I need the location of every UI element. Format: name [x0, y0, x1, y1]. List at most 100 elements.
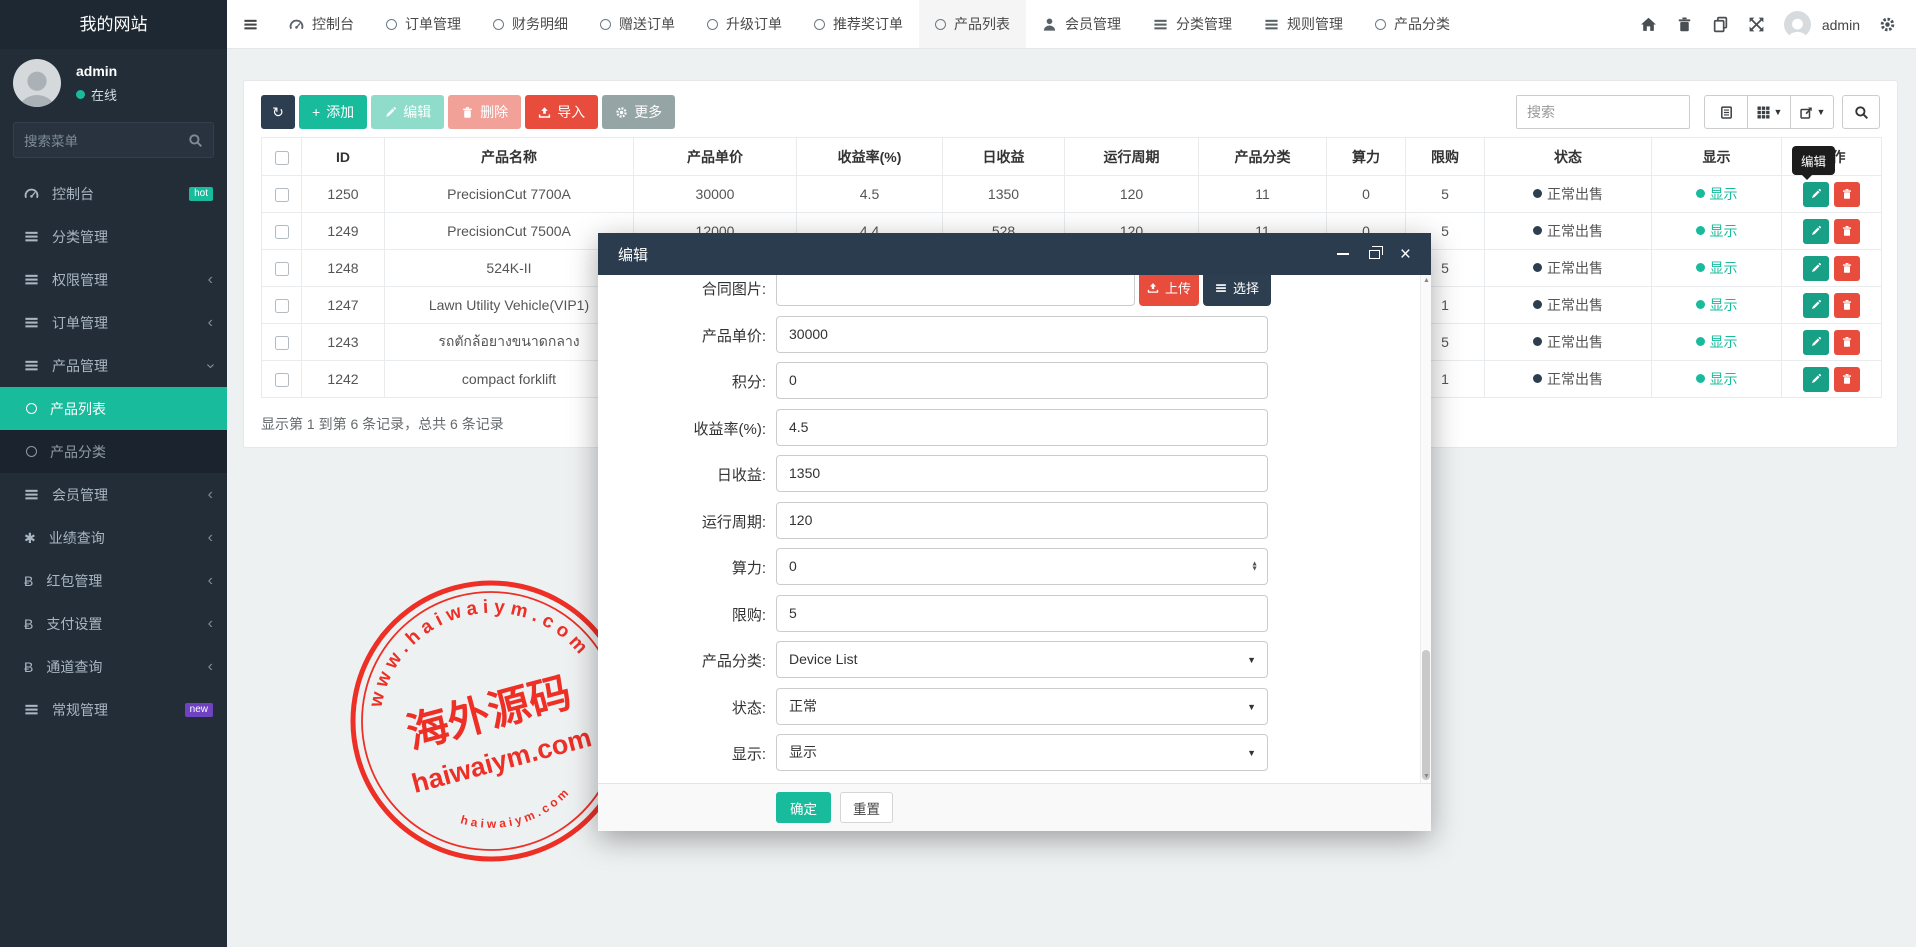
- paging-toggle-button[interactable]: [1704, 95, 1748, 129]
- tab-product-list[interactable]: 产品列表: [919, 0, 1026, 48]
- navbar-avatar[interactable]: [1784, 11, 1811, 38]
- search-button[interactable]: [1842, 95, 1880, 129]
- dialog-scrollbar[interactable]: ▲ ▼: [1420, 275, 1431, 783]
- sidebar-item-payment-settings[interactable]: Ƀ支付设置‹: [0, 602, 227, 645]
- sidebar-item-product-category[interactable]: 产品分类: [0, 430, 227, 473]
- sidebar-item-order-manage[interactable]: 订单管理‹: [0, 301, 227, 344]
- sidebar-item-general-manage[interactable]: 常规管理new: [0, 688, 227, 731]
- row-edit-button[interactable]: [1803, 219, 1829, 244]
- row-delete-button[interactable]: [1834, 256, 1860, 281]
- minimize-button[interactable]: [1337, 253, 1349, 255]
- dialog-header[interactable]: 编辑 ×: [598, 233, 1431, 275]
- row-checkbox[interactable]: [275, 373, 289, 387]
- row-edit-button[interactable]: [1803, 330, 1829, 355]
- row-delete-button[interactable]: [1834, 293, 1860, 318]
- row-checkbox[interactable]: [275, 225, 289, 239]
- power-input[interactable]: 0▲▼: [776, 548, 1268, 585]
- sidebar-item-redpacket-manage[interactable]: Ƀ红包管理‹: [0, 559, 227, 602]
- tab-product-category[interactable]: 产品分类: [1359, 0, 1466, 48]
- row-checkbox[interactable]: [275, 262, 289, 276]
- col-cycle[interactable]: 运行周期: [1065, 138, 1199, 176]
- row-delete-button[interactable]: [1834, 182, 1860, 207]
- col-id[interactable]: ID: [302, 138, 385, 176]
- col-price[interactable]: 产品单价: [634, 138, 797, 176]
- choose-button[interactable]: 选择: [1203, 275, 1271, 306]
- row-edit-button[interactable]: [1803, 182, 1829, 207]
- cycle-input[interactable]: 120: [776, 502, 1268, 539]
- trash-icon-button[interactable]: [1676, 16, 1693, 33]
- sidebar-item-product-list[interactable]: 产品列表: [0, 387, 227, 430]
- scroll-down-icon[interactable]: ▼: [1421, 771, 1432, 783]
- col-category[interactable]: 产品分类: [1199, 138, 1327, 176]
- sidebar-item-permission-manage[interactable]: 权限管理‹: [0, 258, 227, 301]
- sidebar-search-input[interactable]: 搜索菜单: [13, 122, 214, 158]
- edit-button[interactable]: 编辑: [371, 95, 444, 129]
- settings-gear-button[interactable]: [1879, 16, 1896, 33]
- tab-member-manage[interactable]: 会员管理: [1026, 0, 1137, 48]
- hamburger-button[interactable]: [227, 0, 273, 48]
- refresh-button[interactable]: ↻: [261, 95, 295, 129]
- tab-finance-detail[interactable]: 财务明细: [477, 0, 584, 48]
- sidebar-item-console[interactable]: 控制台hot: [0, 172, 227, 215]
- maximize-button[interactable]: [1369, 250, 1380, 259]
- reset-button[interactable]: 重置: [840, 792, 893, 823]
- col-daily[interactable]: 日收益: [943, 138, 1065, 176]
- navbar-username[interactable]: admin: [1822, 17, 1860, 33]
- col-limit[interactable]: 限购: [1406, 138, 1485, 176]
- row-edit-button[interactable]: [1803, 367, 1829, 392]
- col-status[interactable]: 状态: [1485, 138, 1652, 176]
- home-icon-button[interactable]: [1640, 16, 1657, 33]
- tab-order-manage[interactable]: 订单管理: [370, 0, 477, 48]
- sidebar-item-member-manage[interactable]: 会员管理‹: [0, 473, 227, 516]
- sidebar-item-product-manage[interactable]: 产品管理‹: [0, 344, 227, 387]
- tab-rule-manage[interactable]: 规则管理: [1248, 0, 1359, 48]
- rate-input[interactable]: 4.5: [776, 409, 1268, 446]
- col-name[interactable]: 产品名称: [385, 138, 634, 176]
- row-delete-button[interactable]: [1834, 330, 1860, 355]
- import-button[interactable]: 导入: [525, 95, 598, 129]
- sidebar-item-performance-query[interactable]: ✱业绩查询‹: [0, 516, 227, 559]
- daily-income-input[interactable]: 1350: [776, 455, 1268, 492]
- table-search-input[interactable]: 搜索: [1516, 95, 1690, 129]
- display-select[interactable]: 显示▼: [776, 734, 1268, 771]
- sidebar-item-channel-query[interactable]: Ƀ通道查询‹: [0, 645, 227, 688]
- scroll-up-icon[interactable]: ▲: [1421, 275, 1432, 287]
- row-checkbox[interactable]: [275, 336, 289, 350]
- confirm-button[interactable]: 确定: [776, 792, 831, 823]
- points-input[interactable]: 0: [776, 362, 1268, 399]
- tab-referral-order[interactable]: 推荐奖订单: [798, 0, 919, 48]
- tab-upgrade-order[interactable]: 升级订单: [691, 0, 798, 48]
- add-button[interactable]: +添加: [299, 95, 367, 129]
- row-checkbox[interactable]: [275, 299, 289, 313]
- row-delete-button[interactable]: [1834, 219, 1860, 244]
- row-edit-button[interactable]: [1803, 256, 1829, 281]
- number-stepper[interactable]: ▲▼: [1251, 561, 1258, 572]
- export-dropdown-button[interactable]: ▼: [1790, 95, 1834, 129]
- fullscreen-button[interactable]: [1748, 16, 1765, 33]
- columns-dropdown-button[interactable]: ▼: [1747, 95, 1791, 129]
- more-button[interactable]: 更多: [602, 95, 675, 129]
- tab-console[interactable]: 控制台: [273, 0, 370, 48]
- contract-image-input[interactable]: [776, 275, 1135, 306]
- purchase-limit-input[interactable]: 5: [776, 595, 1268, 632]
- unit-price-input[interactable]: 30000: [776, 316, 1268, 353]
- step-down-icon[interactable]: ▼: [1251, 567, 1258, 573]
- row-checkbox[interactable]: [275, 188, 289, 202]
- col-display[interactable]: 显示: [1652, 138, 1782, 176]
- row-edit-button[interactable]: [1803, 293, 1829, 318]
- tab-gift-order[interactable]: 赠送订单: [584, 0, 691, 48]
- category-select[interactable]: Device List▼: [776, 641, 1268, 678]
- status-select[interactable]: 正常▼: [776, 688, 1268, 725]
- col-power[interactable]: 算力: [1327, 138, 1406, 176]
- select-all-checkbox[interactable]: [275, 151, 289, 165]
- close-button[interactable]: ×: [1400, 245, 1411, 264]
- scrollbar-thumb[interactable]: [1422, 650, 1430, 780]
- row-delete-button[interactable]: [1834, 367, 1860, 392]
- col-rate[interactable]: 收益率(%): [797, 138, 943, 176]
- upload-button[interactable]: 上传: [1139, 275, 1199, 306]
- tab-category-manage[interactable]: 分类管理: [1137, 0, 1248, 48]
- sidebar-item-category-manage[interactable]: 分类管理: [0, 215, 227, 258]
- delete-button[interactable]: 删除: [448, 95, 521, 129]
- clear-cache-button[interactable]: [1712, 16, 1729, 33]
- user-avatar[interactable]: [13, 59, 61, 107]
